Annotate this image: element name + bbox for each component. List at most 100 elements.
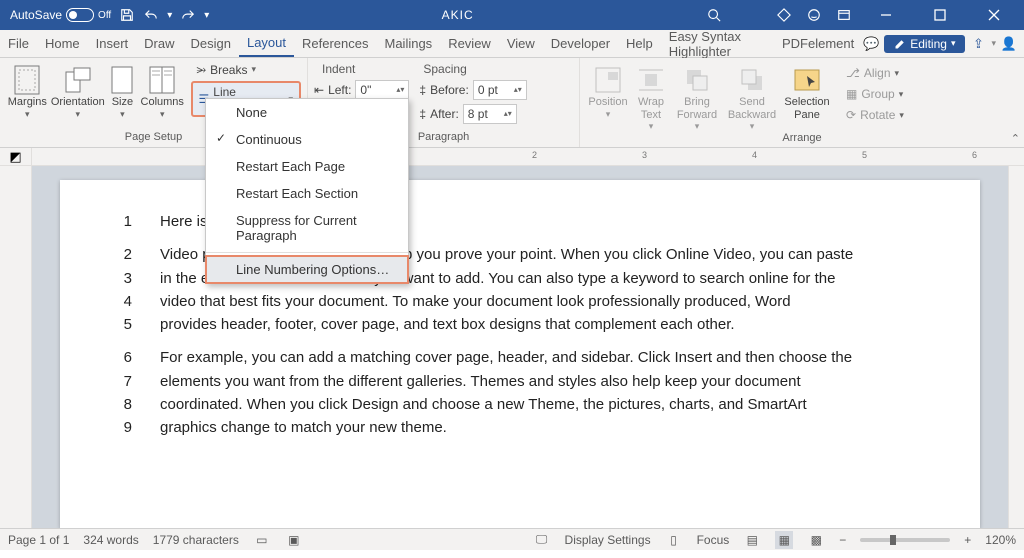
spelling-icon[interactable]: ▭ bbox=[253, 531, 271, 549]
menu-item-none[interactable]: None bbox=[206, 99, 408, 126]
ribbon-display-icon[interactable] bbox=[836, 7, 852, 23]
spinner-icon[interactable]: ▴▾ bbox=[504, 111, 512, 117]
line-number: 2 bbox=[120, 243, 132, 266]
autosave-label: AutoSave bbox=[10, 8, 62, 22]
view-print-icon[interactable]: ▦ bbox=[775, 531, 793, 549]
tab-review[interactable]: Review bbox=[440, 30, 499, 57]
tab-help[interactable]: Help bbox=[618, 30, 661, 57]
spacing-after-field[interactable]: 8 pt▴▾ bbox=[463, 104, 517, 124]
document-area: 1Here is our text placeholder: 2Video pr… bbox=[0, 166, 1024, 528]
orientation-button[interactable]: Orientation▾ bbox=[51, 60, 105, 119]
group-label-arrange: Arrange bbox=[586, 132, 1018, 148]
columns-button[interactable]: Columns▾ bbox=[140, 60, 185, 119]
line-text: provides header, footer, cover page, and… bbox=[160, 313, 735, 336]
tab-draw[interactable]: Draw bbox=[136, 30, 182, 57]
minimize-button[interactable] bbox=[866, 0, 906, 30]
focus-icon[interactable]: ▯ bbox=[665, 531, 683, 549]
tab-references[interactable]: References bbox=[294, 30, 376, 57]
view-web-icon[interactable]: ▩ bbox=[807, 531, 825, 549]
tab-view[interactable]: View bbox=[499, 30, 543, 57]
bring-forward-button: Bring Forward▾ bbox=[672, 60, 722, 132]
menu-separator bbox=[206, 252, 408, 253]
spinner-icon[interactable]: ▴▾ bbox=[514, 87, 522, 93]
align-icon: ⎇ bbox=[846, 66, 860, 80]
comments-icon[interactable]: 💬 bbox=[862, 35, 880, 53]
status-page[interactable]: Page 1 of 1 bbox=[8, 533, 69, 547]
tab-design[interactable]: Design bbox=[183, 30, 239, 57]
spacing-after-icon: ‡ bbox=[419, 107, 426, 121]
spacing-before-field[interactable]: 0 pt▴▾ bbox=[473, 80, 527, 100]
close-button[interactable] bbox=[974, 0, 1014, 30]
wrap-text-icon bbox=[632, 64, 670, 96]
autosave-state: Off bbox=[98, 10, 111, 21]
tab-file[interactable]: File bbox=[0, 30, 37, 57]
undo-chevron-icon[interactable]: ▾ bbox=[167, 10, 172, 21]
status-bar: Page 1 of 1 324 words 1779 characters ▭ … bbox=[0, 528, 1024, 550]
tab-developer[interactable]: Developer bbox=[543, 30, 618, 57]
account-icon[interactable]: 👤 bbox=[1000, 35, 1018, 53]
undo-icon[interactable] bbox=[143, 7, 159, 23]
title-bar: AutoSave Off ▾ ▾ AKIC bbox=[0, 0, 1024, 30]
position-button: Position▾ bbox=[586, 60, 630, 119]
zoom-out-button[interactable]: − bbox=[839, 533, 846, 547]
menu-item-suppress[interactable]: Suppress for Current Paragraph bbox=[206, 207, 408, 249]
menu-item-continuous[interactable]: Continuous bbox=[206, 126, 408, 153]
group-button: ▦Group▾ bbox=[840, 85, 910, 103]
ribbon: Margins▾ Orientation▾ Size▾ Columns▾ ⭃ B… bbox=[0, 58, 1024, 148]
status-words[interactable]: 324 words bbox=[83, 533, 138, 547]
editing-label: Editing bbox=[910, 37, 947, 51]
status-focus[interactable]: Focus bbox=[697, 533, 730, 547]
menu-item-restart-section[interactable]: Restart Each Section bbox=[206, 180, 408, 207]
line-number: 7 bbox=[120, 370, 132, 393]
margins-button[interactable]: Margins▾ bbox=[6, 60, 49, 119]
line-text: coordinated. When you click Design and c… bbox=[160, 393, 807, 416]
save-icon[interactable] bbox=[119, 7, 135, 23]
diamond-icon[interactable] bbox=[776, 7, 792, 23]
breaks-icon: ⭃ bbox=[197, 62, 207, 77]
rotate-icon: ⟳ bbox=[846, 108, 856, 122]
margins-icon bbox=[6, 64, 49, 96]
display-settings-icon[interactable]: 🖵 bbox=[533, 531, 551, 549]
status-chars[interactable]: 1779 characters bbox=[153, 533, 239, 547]
group-icon: ▦ bbox=[846, 87, 857, 101]
ruler-vertical[interactable] bbox=[0, 166, 32, 528]
size-button[interactable]: Size▾ bbox=[107, 60, 138, 119]
macro-icon[interactable]: ▣ bbox=[285, 531, 303, 549]
autosave-switch[interactable] bbox=[66, 8, 94, 22]
line-number: 1 bbox=[120, 210, 132, 233]
tab-insert[interactable]: Insert bbox=[88, 30, 137, 57]
tab-mailings[interactable]: Mailings bbox=[377, 30, 441, 57]
maximize-button[interactable] bbox=[920, 0, 960, 30]
indent-left-field[interactable]: 0"▴▾ bbox=[355, 80, 409, 100]
spacing-after-row[interactable]: ‡ After: 8 pt▴▾ bbox=[419, 104, 526, 124]
breaks-button[interactable]: ⭃ Breaks ▾ bbox=[191, 60, 301, 79]
status-zoom[interactable]: 120% bbox=[985, 533, 1016, 547]
indent-left-row[interactable]: ⇤ Left: 0"▴▾ bbox=[314, 80, 409, 100]
tab-home[interactable]: Home bbox=[37, 30, 88, 57]
tab-easy-syntax[interactable]: Easy Syntax Highlighter bbox=[661, 30, 774, 57]
share-icon[interactable]: ⇪ bbox=[969, 35, 987, 53]
tab-layout[interactable]: Layout bbox=[239, 30, 294, 57]
ruler-horizontal[interactable]: ◩ 2 3 4 5 6 bbox=[0, 148, 1024, 166]
spacing-before-row[interactable]: ‡ Before: 0 pt▴▾ bbox=[419, 80, 526, 100]
zoom-in-button[interactable]: + bbox=[964, 533, 971, 547]
face-icon[interactable] bbox=[806, 7, 822, 23]
search-icon[interactable] bbox=[706, 7, 722, 23]
position-icon bbox=[586, 64, 630, 96]
menu-item-restart-page[interactable]: Restart Each Page bbox=[206, 153, 408, 180]
share-chevron-icon[interactable]: ▾ bbox=[991, 38, 996, 49]
collapse-ribbon-icon[interactable]: ⌃ bbox=[1011, 132, 1020, 145]
columns-icon bbox=[140, 64, 185, 96]
spinner-icon[interactable]: ▴▾ bbox=[396, 87, 404, 93]
redo-icon[interactable] bbox=[180, 7, 196, 23]
selection-pane-button[interactable]: Selection Pane bbox=[782, 60, 832, 121]
vertical-scrollbar[interactable] bbox=[1008, 166, 1024, 528]
autosave-toggle[interactable]: AutoSave Off bbox=[10, 8, 111, 22]
view-read-icon[interactable]: ▤ bbox=[743, 531, 761, 549]
document-page[interactable]: 1Here is our text placeholder: 2Video pr… bbox=[60, 180, 980, 528]
zoom-slider[interactable] bbox=[860, 538, 950, 542]
menu-item-line-numbering-options[interactable]: Line Numbering Options… bbox=[206, 256, 408, 283]
status-display-settings[interactable]: Display Settings bbox=[565, 533, 651, 547]
tab-pdfelement[interactable]: PDFelement bbox=[774, 30, 862, 57]
editing-mode-button[interactable]: Editing ▾ bbox=[884, 35, 965, 53]
